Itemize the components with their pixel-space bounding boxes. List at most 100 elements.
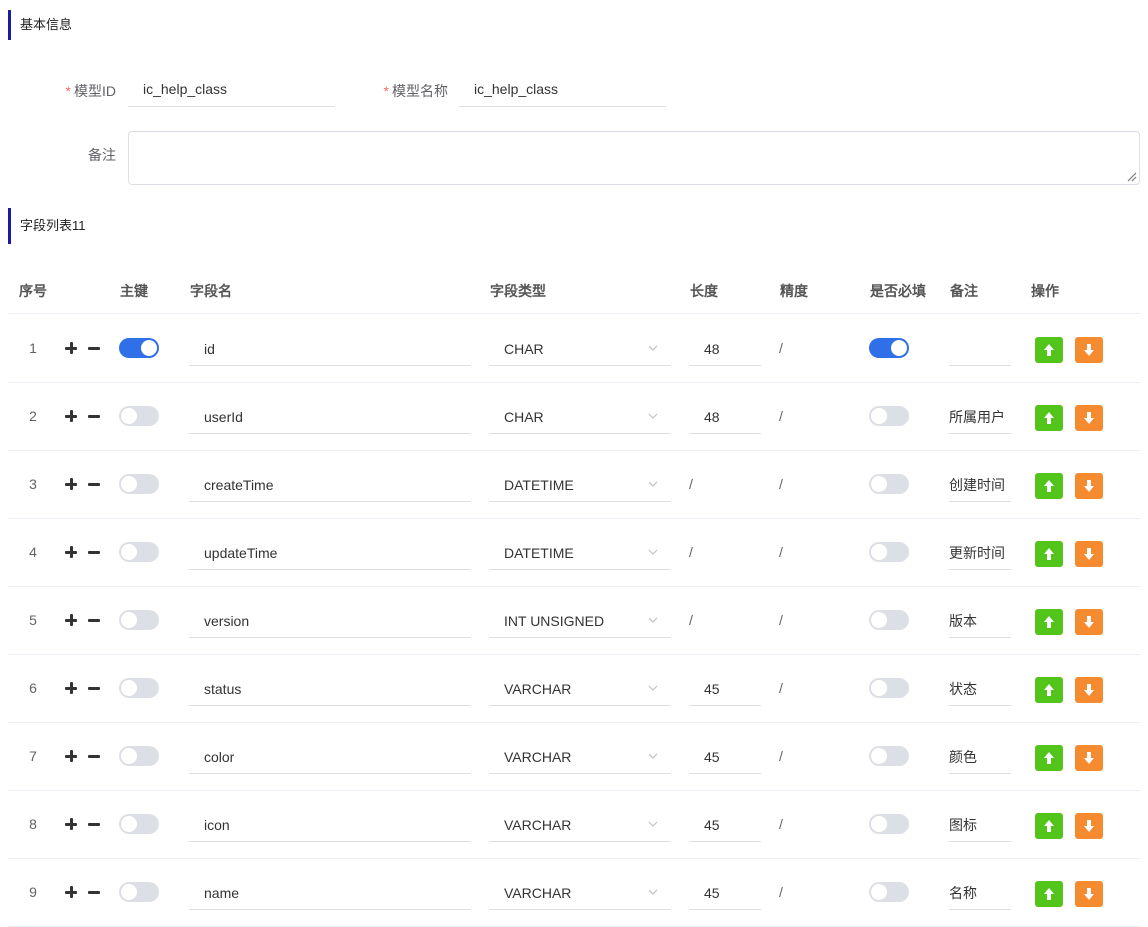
move-up-button[interactable] [1035,541,1063,567]
remark-input[interactable]: 更新时间 [949,536,1011,570]
plus-icon[interactable] [64,817,78,831]
field-type-select[interactable]: CHAR [489,332,671,366]
remark-input[interactable]: 状态 [949,672,1011,706]
field-name-input[interactable]: version [189,604,471,638]
plus-icon[interactable] [64,749,78,763]
field-type-select[interactable]: VARCHAR [489,672,671,706]
primary-key-switch[interactable] [119,610,159,630]
minus-icon[interactable] [87,613,101,627]
move-down-button[interactable] [1075,541,1103,567]
required-switch[interactable] [869,814,909,834]
move-up-button[interactable] [1035,881,1063,907]
remark-input[interactable] [949,332,1011,366]
field-name-input[interactable]: updateTime [189,536,471,570]
move-down-button[interactable] [1075,405,1103,431]
minus-icon[interactable] [87,545,101,559]
move-up-button[interactable] [1035,813,1063,839]
field-type-select[interactable]: VARCHAR [489,808,671,842]
move-down-button[interactable] [1075,677,1103,703]
remark-input[interactable]: 颜色 [949,740,1011,774]
move-up-button[interactable] [1035,337,1063,363]
field-name-input[interactable]: status [189,672,471,706]
field-type-select[interactable]: VARCHAR [489,876,671,910]
required-switch[interactable] [869,678,909,698]
move-down-button[interactable] [1075,881,1103,907]
remark-input[interactable]: 名称 [949,876,1011,910]
minus-icon[interactable] [87,409,101,423]
remark-value: 更新时间 [949,545,1005,561]
remark-input[interactable]: 创建时间 [949,468,1011,502]
minus-icon[interactable] [87,341,101,355]
length-input[interactable]: 45 [689,740,761,774]
required-switch[interactable] [869,610,909,630]
precision-value: / [779,748,783,764]
remark-input[interactable]: 所属用户 [949,400,1011,434]
primary-key-switch[interactable] [119,678,159,698]
length-input[interactable]: 48 [689,332,761,366]
plus-icon[interactable] [64,341,78,355]
length-input[interactable]: 48 [689,400,761,434]
required-switch[interactable] [869,474,909,494]
minus-icon[interactable] [87,885,101,899]
minus-icon[interactable] [87,477,101,491]
move-up-button[interactable] [1035,677,1063,703]
move-up-button[interactable] [1035,609,1063,635]
required-switch[interactable] [869,542,909,562]
field-type-select[interactable]: DATETIME [489,468,671,502]
row-index: 3 [29,476,37,492]
plus-icon[interactable] [64,409,78,423]
required-switch[interactable] [869,338,909,358]
minus-icon[interactable] [87,817,101,831]
primary-key-switch[interactable] [119,882,159,902]
field-name-input[interactable]: userId [189,400,471,434]
remark-value: 颜色 [949,749,977,765]
length-input[interactable]: 45 [689,808,761,842]
primary-key-switch[interactable] [119,542,159,562]
move-up-button[interactable] [1035,745,1063,771]
plus-icon[interactable] [64,613,78,627]
move-up-button[interactable] [1035,405,1063,431]
field-name-input[interactable]: id [189,332,471,366]
remark-input[interactable]: 图标 [949,808,1011,842]
required-asterisk: * [383,83,389,99]
primary-key-switch[interactable] [119,474,159,494]
plus-icon[interactable] [64,545,78,559]
primary-key-switch[interactable] [119,406,159,426]
move-down-button[interactable] [1075,609,1103,635]
move-down-button[interactable] [1075,813,1103,839]
plus-icon[interactable] [64,477,78,491]
remark-value: 状态 [949,681,977,697]
length-input[interactable]: 45 [689,876,761,910]
model-id-input[interactable] [128,71,335,107]
primary-key-switch[interactable] [119,746,159,766]
plus-icon[interactable] [64,681,78,695]
field-type-select[interactable]: INT UNSIGNED [489,604,671,638]
primary-key-switch[interactable] [119,814,159,834]
move-down-button[interactable] [1075,473,1103,499]
field-name-input[interactable]: icon [189,808,471,842]
switch-knob [121,612,137,628]
move-up-button[interactable] [1035,473,1063,499]
length-input[interactable]: 45 [689,672,761,706]
required-switch[interactable] [869,746,909,766]
required-switch[interactable] [869,882,909,902]
field-type-select[interactable]: DATETIME [489,536,671,570]
switch-knob [121,884,137,900]
field-type-select[interactable]: VARCHAR [489,740,671,774]
plus-icon[interactable] [64,885,78,899]
field-name-input[interactable]: name [189,876,471,910]
field-name-input[interactable]: createTime [189,468,471,502]
remark-textarea[interactable] [128,131,1140,185]
field-type-select[interactable]: CHAR [489,400,671,434]
primary-key-switch[interactable] [119,338,159,358]
model-name-input[interactable] [459,71,666,107]
move-down-button[interactable] [1075,337,1103,363]
minus-icon[interactable] [87,681,101,695]
resize-handle-icon[interactable] [1127,172,1137,182]
required-switch[interactable] [869,406,909,426]
minus-icon[interactable] [87,749,101,763]
remark-input[interactable]: 版本 [949,604,1011,638]
move-down-button[interactable] [1075,745,1103,771]
table-row: 1 id CHAR 48 / [8,314,1140,383]
field-name-input[interactable]: color [189,740,471,774]
